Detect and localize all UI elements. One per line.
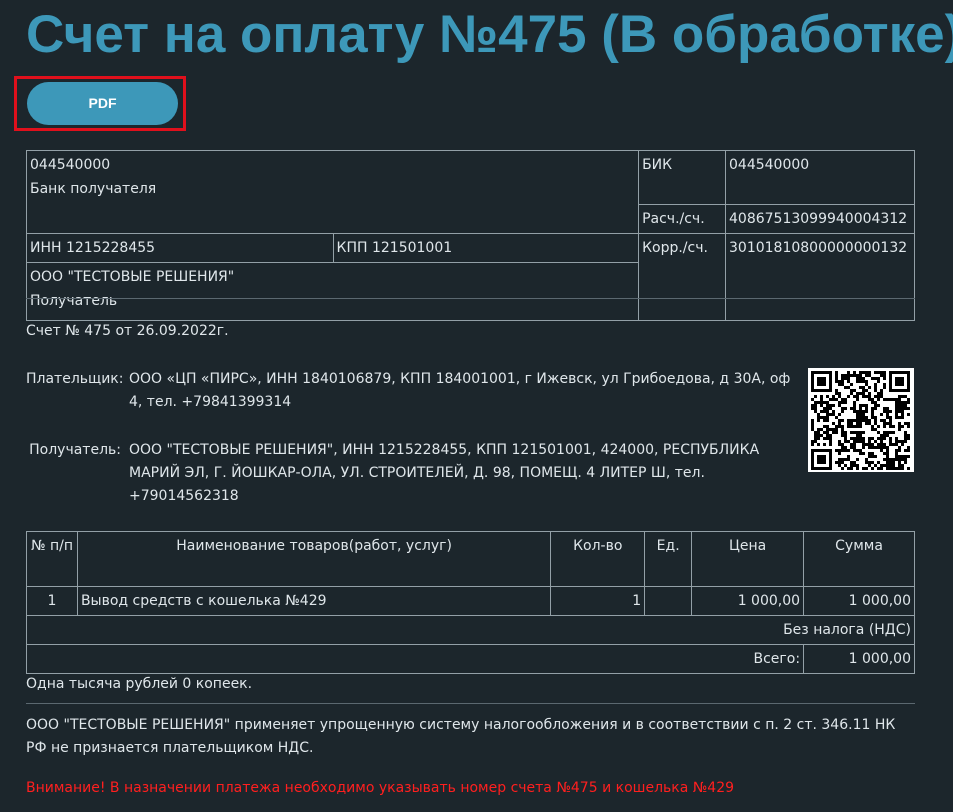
corr-label: Корр./сч. <box>638 233 726 321</box>
payer-label: Плательщик: <box>26 371 124 387</box>
col-header-unit: Ед. <box>644 531 693 587</box>
bik-value: 044540000 <box>725 150 915 205</box>
bank-cell: 044540000 Банк получателя <box>25 150 640 234</box>
row-qty: 1 <box>550 586 646 616</box>
divider <box>26 298 915 299</box>
total-label: Всего: <box>25 644 805 674</box>
col-header-sum: Сумма <box>803 531 915 587</box>
row-unit <box>644 586 693 616</box>
recipient-cell: ООО "ТЕСТОВЫЕ РЕШЕНИЯ" Получатель <box>25 262 640 321</box>
row-name: Вывод средств с кошелька №429 <box>76 586 552 616</box>
recipient-party-value: ООО "ТЕСТОВЫЕ РЕШЕНИЯ", ИНН 1215228455, … <box>129 442 760 504</box>
bank-details-table: 044540000 Банк получателя БИК 044540000 … <box>25 150 915 321</box>
bik-label: БИК <box>638 150 726 205</box>
col-header-qty: Кол-во <box>550 531 646 587</box>
row-sum: 1 000,00 <box>803 586 915 616</box>
goods-table: № п/п Наименование товаров(работ, услуг)… <box>25 531 915 674</box>
recipient-party-label: Получатель: <box>29 442 121 458</box>
col-header-name: Наименование товаров(работ, услуг) <box>76 531 552 587</box>
payment-warning: Внимание! В назначении платежа необходим… <box>26 780 735 796</box>
amount-in-words: Одна тысяча рублей 0 копеек. <box>26 676 253 692</box>
kpp-cell: КПП 121501001 <box>332 233 640 263</box>
bank-label: Банк получателя <box>30 181 157 197</box>
qr-code-image <box>808 368 914 472</box>
page-title: Счет на оплату №475 (В обработке) <box>26 5 953 64</box>
row-num: 1 <box>26 586 78 616</box>
col-header-price: Цена <box>691 531 805 587</box>
recipient-label: Получатель <box>30 293 118 309</box>
pdf-button[interactable]: PDF <box>27 82 178 125</box>
bank-bik-number: 044540000 <box>30 157 111 173</box>
divider <box>26 703 915 704</box>
row-price: 1 000,00 <box>691 586 805 616</box>
tax-note: ООО "ТЕСТОВЫЕ РЕШЕНИЯ" применяет упрощен… <box>26 717 896 756</box>
account-label: Расч./сч. <box>638 204 726 234</box>
recipient-name: ООО "ТЕСТОВЫЕ РЕШЕНИЯ" <box>30 269 235 285</box>
col-header-num: № п/п <box>26 531 78 587</box>
qr-code-modules <box>811 371 910 470</box>
account-value: 40867513099940004312 <box>725 204 915 234</box>
payer-value: ООО «ЦП «ПИРС», ИНН 1840106879, КПП 1840… <box>129 371 791 410</box>
vat-note: Без налога (НДС) <box>26 615 915 645</box>
invoice-header: Счет № 475 от 26.09.2022г. <box>26 323 229 339</box>
inn-cell: ИНН 1215228455 <box>26 233 334 263</box>
table-row: 1 Вывод средств с кошелька №429 1 1 000,… <box>26 586 915 616</box>
total-value: 1 000,00 <box>803 644 915 674</box>
invoice-page: Счет на оплату №475 (В обработке) PDF 04… <box>0 0 953 812</box>
corr-value: 30101810800000000132 <box>725 233 915 321</box>
